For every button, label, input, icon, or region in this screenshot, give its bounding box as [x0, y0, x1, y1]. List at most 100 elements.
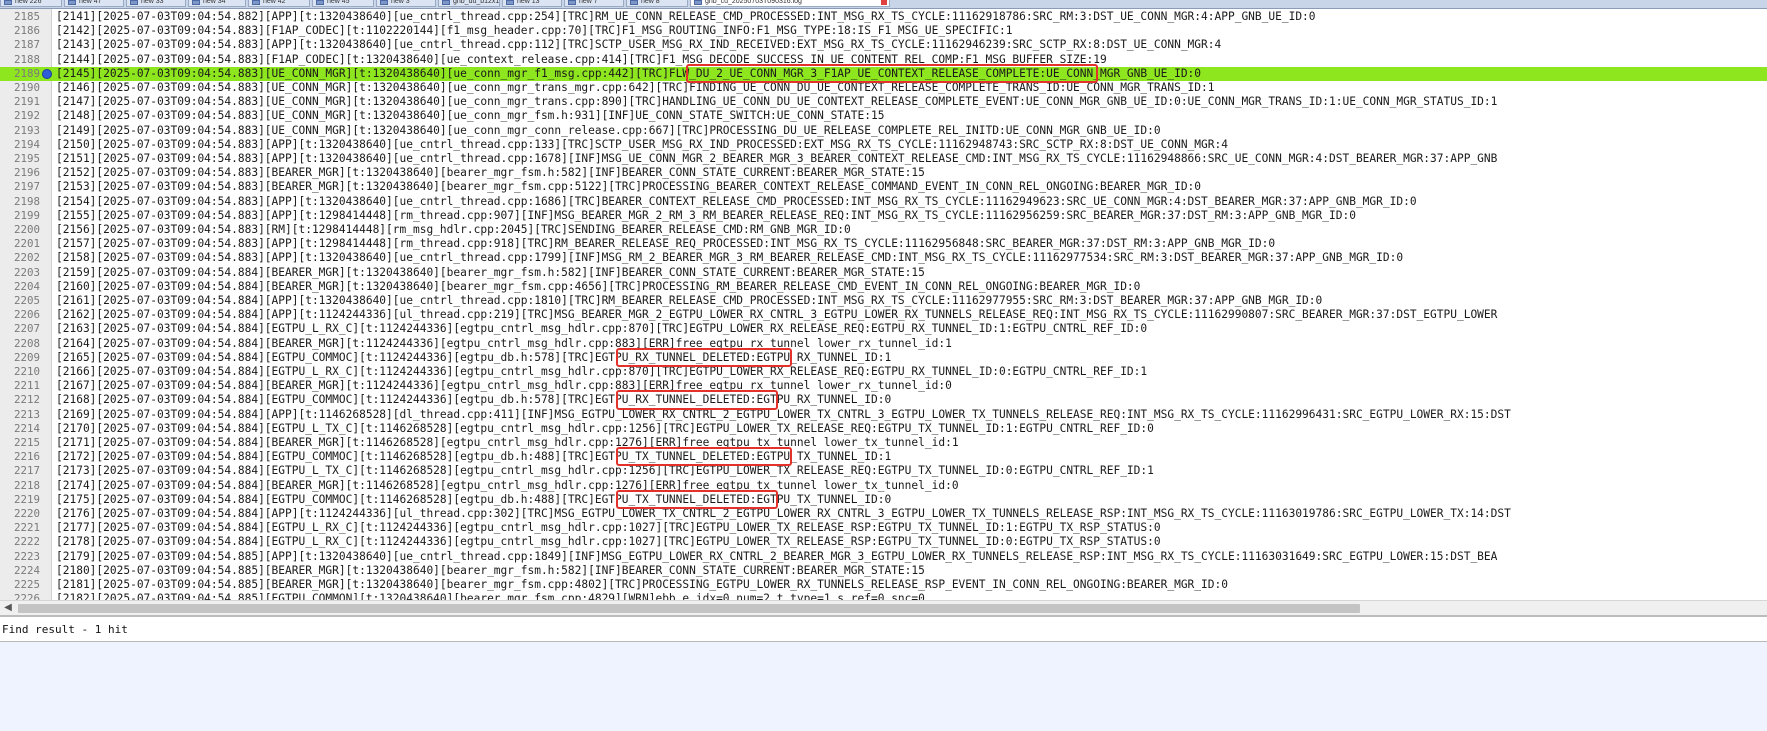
log-text: [2162][2025-07-03T09:04:54.884][APP][t:1… [56, 308, 1498, 322]
line-number: 2221 [13, 521, 40, 535]
log-text: [2152][2025-07-03T09:04:54.883][BEARER_M… [56, 166, 925, 180]
tab[interactable]: new 8 [626, 0, 688, 7]
line-number: 2210 [13, 365, 40, 378]
line-number: 2220 [13, 507, 40, 520]
log-line[interactable]: 2202 [2158][2025-07-03T09:04:54.883][APP]… [0, 251, 1767, 265]
log-line[interactable]: 2186 [2142][2025-07-03T09:04:54.883][F1AP… [0, 24, 1767, 38]
line-number: 2217 [13, 464, 40, 478]
line-number: 2204 [13, 279, 40, 293]
log-text: [2181][2025-07-03T09:04:54.885][BEARER_M… [56, 578, 1228, 591]
log-line[interactable]: 2195 [2151][2025-07-03T09:04:54.883][APP]… [0, 152, 1767, 166]
line-number: 2213 [13, 407, 40, 421]
log-line[interactable]: 2226 [2182][2025-07-03T09:04:54.885][EGTP… [0, 592, 1767, 600]
log-line[interactable]: 2211 [2167][2025-07-03T09:04:54.884][BEAR… [0, 379, 1767, 393]
log-line[interactable]: 2198 [2154][2025-07-03T09:04:54.883][APP]… [0, 195, 1767, 209]
log-text: [2141][2025-07-03T09:04:54.882][APP][t:1… [56, 10, 1316, 23]
log-line[interactable]: 2213 [2169][2025-07-03T09:04:54.884][APP]… [0, 408, 1767, 422]
log-line[interactable]: 2206 [2162][2025-07-03T09:04:54.884][APP]… [0, 308, 1767, 322]
tab-label: new 42 [263, 0, 286, 5]
log-line[interactable]: 2200 [2156][2025-07-03T09:04:54.883][RM][… [0, 223, 1767, 237]
line-number: 2214 [13, 421, 40, 435]
log-line[interactable]: 2220 [2176][2025-07-03T09:04:54.884][APP]… [0, 507, 1767, 521]
find-results-panel: Find result - 1 hit [0, 615, 1767, 731]
log-text: [2149][2025-07-03T09:04:54.883][UE_CONN_… [56, 123, 1161, 137]
log-line[interactable]: 2188 [2144][2025-07-03T09:04:54.883][F1AP… [0, 53, 1767, 67]
log-line[interactable]: 2222 [2178][2025-07-03T09:04:54.884][EGTP… [0, 535, 1767, 549]
log-text: [2180][2025-07-03T09:04:54.885][BEARER_M… [56, 563, 925, 577]
tab[interactable]: new 13 [502, 0, 562, 7]
log-text: [2174][2025-07-03T09:04:54.884][BEARER_M… [56, 478, 959, 492]
tab[interactable]: new 45 [312, 0, 374, 7]
tab[interactable]: new 7 [564, 0, 624, 7]
line-number: 2216 [13, 450, 40, 464]
log-line[interactable]: 2224 [2180][2025-07-03T09:04:54.885][BEAR… [0, 564, 1767, 578]
tab[interactable]: new 226 [0, 0, 62, 7]
log-line[interactable]: 2196 [2152][2025-07-03T09:04:54.883][BEAR… [0, 166, 1767, 180]
bookmark-icon[interactable] [42, 68, 52, 79]
log-line[interactable]: 2223 [2179][2025-07-03T09:04:54.885][APP]… [0, 550, 1767, 564]
scroll-right-icon[interactable] [1751, 601, 1767, 616]
log-line[interactable]: 2193 [2149][2025-07-03T09:04:54.883][UE_C… [0, 124, 1767, 138]
line-number: 2207 [13, 322, 40, 336]
log-line[interactable]: 2194 [2150][2025-07-03T09:04:54.883][APP]… [0, 138, 1767, 152]
log-line[interactable]: 2218 [2174][2025-07-03T09:04:54.884][BEAR… [0, 479, 1767, 493]
log-line[interactable]: 2217 [2173][2025-07-03T09:04:54.884][EGTP… [0, 464, 1767, 478]
file-icon [694, 0, 702, 5]
tab[interactable]: gnb_cu_20250703T090316.log [690, 0, 890, 7]
line-number: 2194 [13, 137, 40, 151]
file-icon [252, 0, 260, 5]
log-line[interactable]: 2214 [2170][2025-07-03T09:04:54.884][EGTP… [0, 422, 1767, 436]
log-line[interactable]: 2212 [2168][2025-07-03T09:04:54.884][EGTP… [0, 393, 1767, 407]
tab-label: new 33 [141, 0, 164, 5]
log-text: [2173][2025-07-03T09:04:54.884][EGTPU_L_… [56, 464, 1154, 478]
log-line[interactable]: 2199 [2155][2025-07-03T09:04:54.883][APP]… [0, 209, 1767, 223]
line-number: 2208 [13, 336, 40, 350]
log-line[interactable]: 2209 [2165][2025-07-03T09:04:54.884][EGTP… [0, 351, 1767, 365]
log-line[interactable]: 2197 [2153][2025-07-03T09:04:54.883][BEAR… [0, 180, 1767, 194]
log-text: [2164][2025-07-03T09:04:54.884][BEARER_M… [56, 336, 952, 350]
log-line[interactable]: 2225 [2181][2025-07-03T09:04:54.885][BEAR… [0, 578, 1767, 592]
log-line[interactable]: 2190 [2146][2025-07-03T09:04:54.883][UE_C… [0, 81, 1767, 95]
line-number: 2211 [13, 379, 40, 393]
log-line[interactable]: 2216 [2172][2025-07-03T09:04:54.884][EGTP… [0, 450, 1767, 464]
scroll-left-icon[interactable]: ◀ [0, 601, 16, 616]
find-results-body[interactable] [0, 642, 1767, 731]
log-text: [2150][2025-07-03T09:04:54.883][APP][t:1… [56, 137, 1228, 151]
tab[interactable]: new 3 [376, 0, 436, 7]
scrollbar-thumb[interactable] [18, 604, 1360, 613]
log-line[interactable]: 2201 [2157][2025-07-03T09:04:54.883][APP]… [0, 237, 1767, 251]
tab[interactable]: new 47 [64, 0, 124, 7]
log-line[interactable]: 2215 [2171][2025-07-03T09:04:54.884][BEAR… [0, 436, 1767, 450]
log-line[interactable]: 2191 [2147][2025-07-03T09:04:54.883][UE_C… [0, 95, 1767, 109]
log-line[interactable]: 2208 [2164][2025-07-03T09:04:54.884][BEAR… [0, 337, 1767, 351]
log-line[interactable]: 2204 [2160][2025-07-03T09:04:54.884][BEAR… [0, 280, 1767, 294]
log-text: [2156][2025-07-03T09:04:54.883][RM][t:12… [56, 223, 851, 236]
log-text: [2146][2025-07-03T09:04:54.883][UE_CONN_… [56, 81, 1215, 94]
log-line[interactable]: 2210 [2166][2025-07-03T09:04:54.884][EGTP… [0, 365, 1767, 379]
log-text: [2171][2025-07-03T09:04:54.884][BEARER_M… [56, 436, 959, 449]
log-line[interactable]: 2207 [2163][2025-07-03T09:04:54.884][EGTP… [0, 322, 1767, 336]
log-text: [2155][2025-07-03T09:04:54.883][APP][t:1… [56, 208, 1356, 222]
log-line[interactable]: 2185 [2141][2025-07-03T09:04:54.882][APP]… [0, 10, 1767, 24]
tab[interactable]: new 34 [188, 0, 246, 7]
log-line[interactable]: 2192 [2148][2025-07-03T09:04:54.883][UE_C… [0, 109, 1767, 123]
tab[interactable]: gnb_du_b12x1.1.log [438, 0, 500, 7]
line-number: 2196 [13, 166, 40, 180]
horizontal-scrollbar[interactable]: ◀ [0, 600, 1767, 615]
line-number: 2195 [13, 152, 40, 165]
log-line[interactable]: 2203 [2159][2025-07-03T09:04:54.884][BEAR… [0, 266, 1767, 280]
log-line[interactable]: 2205 [2161][2025-07-03T09:04:54.884][APP]… [0, 294, 1767, 308]
log-text: [2144][2025-07-03T09:04:54.883][F1AP_COD… [56, 52, 1107, 66]
tab-label: new 47 [79, 0, 102, 5]
close-icon[interactable] [881, 0, 887, 5]
log-text: [2179][2025-07-03T09:04:54.885][APP][t:1… [56, 549, 1498, 563]
log-editor[interactable]: 2185 [2141][2025-07-03T09:04:54.882][APP]… [0, 9, 1767, 600]
line-number: 2202 [13, 251, 40, 265]
tab[interactable]: new 42 [248, 0, 310, 7]
log-text: [2167][2025-07-03T09:04:54.884][BEARER_M… [56, 379, 952, 393]
log-line[interactable]: 2187 [2143][2025-07-03T09:04:54.883][APP]… [0, 38, 1767, 52]
log-line[interactable]: 2219 [2175][2025-07-03T09:04:54.884][EGTP… [0, 493, 1767, 507]
tab[interactable]: new 33 [126, 0, 186, 7]
log-line[interactable]: 2189 [2145][2025-07-03T09:04:54.883][UE_C… [0, 66, 1767, 81]
log-line[interactable]: 2221 [2177][2025-07-03T09:04:54.884][EGTP… [0, 521, 1767, 535]
